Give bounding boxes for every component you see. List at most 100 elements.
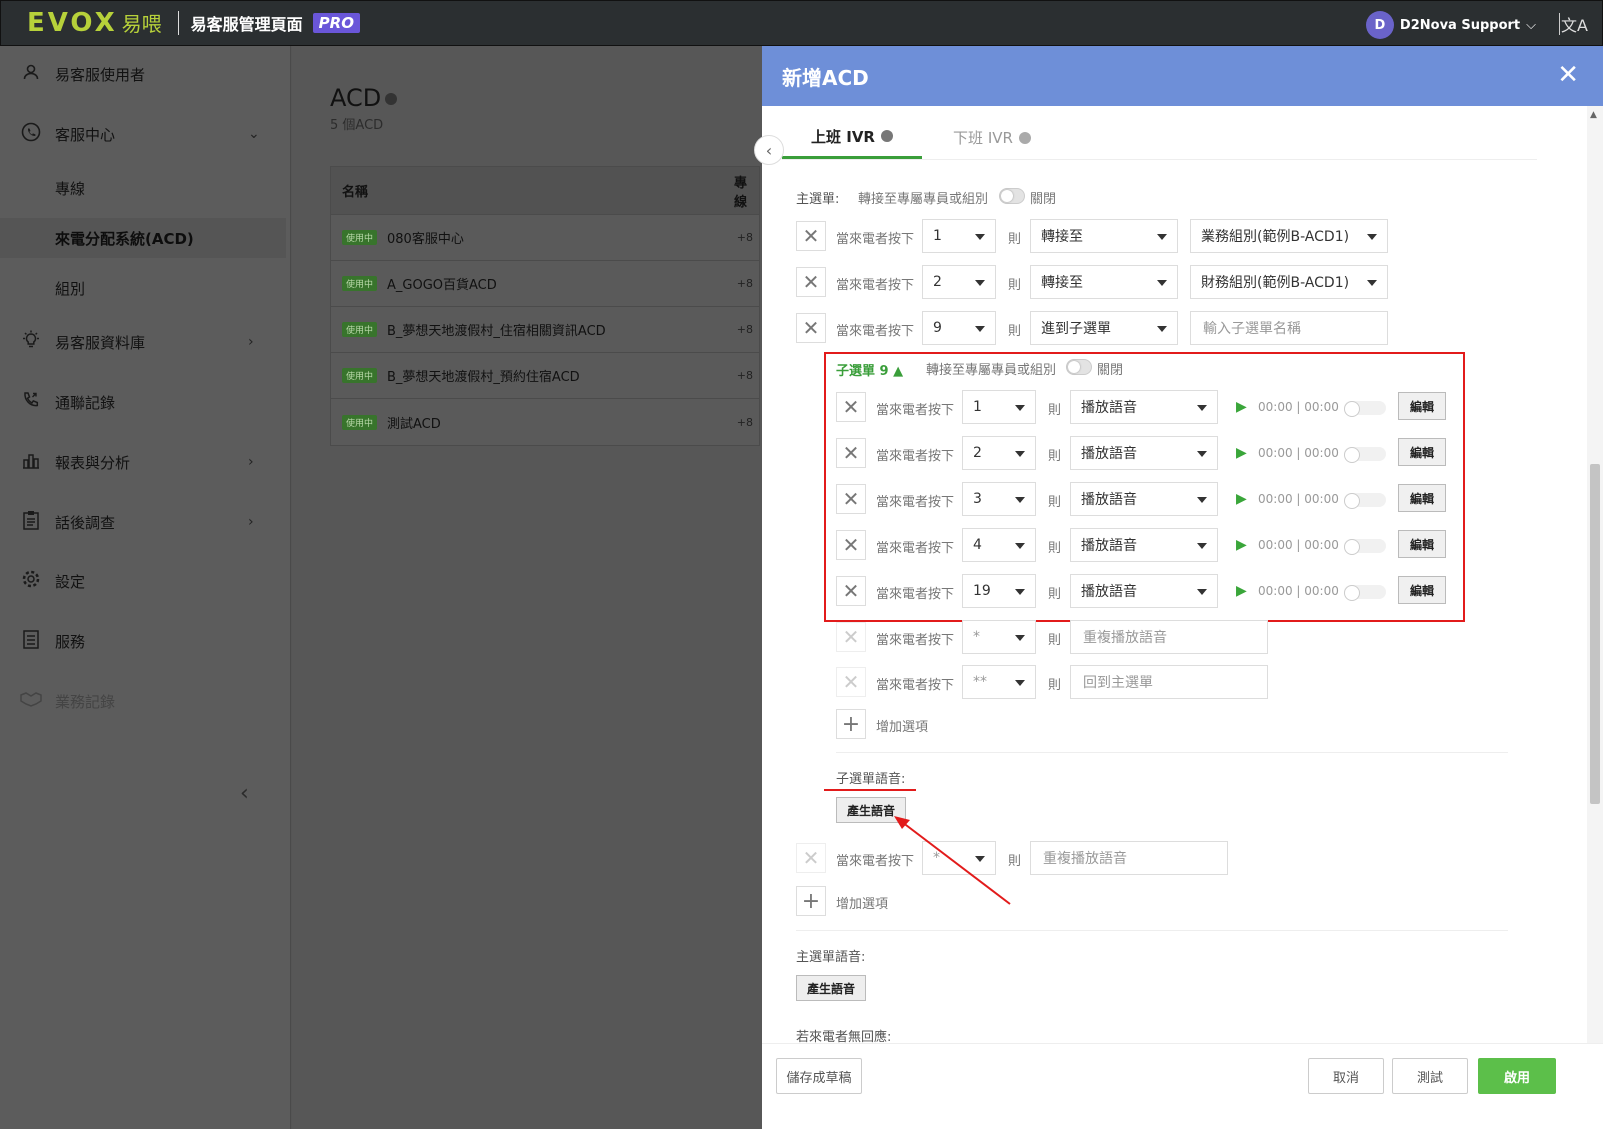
caret-down-icon	[1157, 234, 1167, 240]
add-option-icon[interactable]: +	[796, 886, 826, 916]
table-row[interactable]: 使用中 B_夢想天地渡假村_住宿相關資訊ACD +8	[331, 307, 759, 353]
enable-button[interactable]: 啟用	[1478, 1058, 1556, 1094]
caret-down-icon	[1015, 635, 1025, 641]
sidebar-item-users[interactable]: 易客服使用者	[0, 54, 291, 94]
drawer-header: 新增ACD ✕	[762, 46, 1603, 106]
key-value: 2	[933, 274, 942, 290]
transfer-toggle[interactable]	[999, 188, 1025, 204]
press-label: 當來電者按下	[876, 678, 955, 693]
caret-down-icon	[1367, 280, 1377, 286]
sidebar-item-business-records[interactable]: 業務記錄	[0, 681, 291, 721]
drawer-scrollbar[interactable]: ▲ ▼	[1587, 106, 1603, 1064]
table-row[interactable]: 使用中 080客服中心 +8	[331, 215, 759, 261]
add-option-label[interactable]: 增加選項	[876, 716, 928, 735]
caret-down-icon	[975, 234, 985, 240]
scroll-thumb[interactable]	[1590, 464, 1600, 804]
then-label: 則	[1008, 232, 1022, 247]
table-row[interactable]: 使用中 測試ACD +8	[331, 399, 759, 445]
tab-night-ivr[interactable]: 下班 IVR	[922, 116, 1062, 159]
evox-logo[interactable]: EVOX 易喂	[27, 8, 162, 38]
row-line: +8	[736, 277, 753, 290]
chevron-down-icon: ⌄	[248, 126, 260, 142]
add-option-icon[interactable]: +	[836, 709, 866, 739]
cancel-button[interactable]: 取消	[1308, 1058, 1384, 1094]
key-value: *	[973, 629, 980, 645]
drawer-back-button[interactable]: ‹	[754, 135, 784, 165]
key-value: 1	[933, 228, 942, 244]
save-draft-button[interactable]: 儲存成草稿	[776, 1058, 862, 1094]
action-select[interactable]: 進到子選單	[1030, 311, 1178, 345]
remove-option-button: ✕	[836, 667, 866, 697]
table-row[interactable]: 使用中 B_夢想天地渡假村_預約住宿ACD +8	[331, 353, 759, 399]
column-name: 名稱	[342, 185, 369, 200]
handshake-icon	[20, 691, 42, 712]
target-select[interactable]: 財務組別(範例B-ACD1)	[1190, 265, 1388, 299]
sidebar-item-reports[interactable]: 報表與分析 ›	[0, 442, 291, 482]
scroll-up-icon[interactable]: ▲	[1590, 110, 1597, 120]
tab-day-ivr[interactable]: 上班 IVR	[782, 116, 922, 159]
key-select[interactable]: 2	[922, 265, 996, 299]
add-option-label[interactable]: 增加選項	[836, 893, 888, 912]
table-row[interactable]: 使用中 A_GOGO百貨ACD +8	[331, 261, 759, 307]
column-line: 專線	[734, 175, 748, 210]
press-label: 當來電者按下	[876, 633, 955, 648]
key-select[interactable]: **	[962, 665, 1036, 699]
sidebar-item-service[interactable]: 服務	[0, 621, 291, 661]
caret-down-icon	[975, 280, 985, 286]
main-menu-voice-label: 主選單語音:	[796, 950, 866, 965]
remove-option-button[interactable]: ✕	[796, 313, 826, 343]
action-select[interactable]: 轉接至	[1030, 219, 1178, 253]
sidebar-item-settings[interactable]: 設定	[0, 561, 291, 601]
collapse-sidebar-icon[interactable]: ‹	[240, 781, 249, 806]
sidebar-item-survey[interactable]: 話後調查 ›	[0, 502, 291, 542]
remove-option-button[interactable]: ✕	[796, 221, 826, 251]
remove-option-button[interactable]: ✕	[796, 267, 826, 297]
status-badge: 使用中	[342, 322, 378, 337]
chevron-right-icon: ›	[248, 514, 254, 530]
row-line: +8	[736, 415, 753, 429]
page-title-text: ACD	[330, 84, 382, 112]
generate-submenu-voice-button[interactable]: 產生語音	[836, 797, 906, 823]
sidebar-item-acd[interactable]: 來電分配系統(ACD)	[0, 218, 286, 258]
chevron-down-icon: ⌵	[1526, 17, 1536, 33]
key-select[interactable]: *	[962, 620, 1036, 654]
caret-down-icon	[1015, 680, 1025, 686]
headset-icon	[20, 122, 42, 147]
row-line: +8	[736, 369, 753, 382]
key-select[interactable]: *	[922, 841, 996, 875]
sidebar-item-lines[interactable]: 專線	[0, 168, 291, 208]
sidebar-item-database[interactable]: 易客服資料庫 ›	[0, 322, 291, 362]
page-title: ACD	[330, 84, 398, 112]
sidebar-item-service-center[interactable]: 客服中心 ⌄	[0, 114, 291, 154]
user-menu[interactable]: D D2Nova Support ⌵	[1365, 11, 1536, 39]
user-name: D2Nova Support	[1399, 17, 1521, 33]
bulb-icon	[20, 330, 42, 355]
sidebar: 易客服使用者 客服中心 ⌄ 專線 來電分配系統(ACD) 組別 易客服資料庫 ›…	[0, 46, 291, 1129]
generate-main-voice-button[interactable]: 產生語音	[796, 975, 866, 1001]
sidebar-item-label: 報表與分析	[55, 453, 131, 472]
tab-label: 下班 IVR	[953, 129, 1013, 147]
status-badge: 使用中	[342, 230, 378, 245]
key-select[interactable]: 9	[922, 311, 996, 345]
sidebar-item-groups[interactable]: 組別	[0, 268, 291, 308]
key-select[interactable]: 1	[922, 219, 996, 253]
toggle-state-label: 關閉	[1030, 192, 1057, 207]
then-label: 則	[1008, 854, 1022, 869]
action-value: 轉接至	[1041, 229, 1083, 245]
row-name: B_夢想天地渡假村_預約住宿ACD	[387, 370, 580, 385]
ivr-tabs: 上班 IVR 下班 IVR	[782, 116, 1537, 160]
target-select[interactable]: 業務組別(範例B-ACD1)	[1190, 219, 1388, 253]
test-button[interactable]: 測試	[1392, 1058, 1468, 1094]
close-icon[interactable]: ✕	[1557, 60, 1579, 90]
sidebar-item-label: 業務記錄	[55, 692, 116, 711]
sidebar-item-label: 易客服使用者	[55, 65, 146, 84]
new-acd-drawer: 新增ACD ✕ 上班 IVR 下班 IVR 主選單: 轉接至專屬專員或組別 關閉…	[762, 46, 1603, 1129]
sidebar-item-call-records[interactable]: 通聯記錄	[0, 382, 291, 422]
tab-label: 上班 IVR	[811, 127, 875, 146]
sidebar-item-label: 組別	[55, 279, 86, 298]
key-value: **	[973, 674, 987, 690]
action-select[interactable]: 轉接至	[1030, 265, 1178, 299]
then-label: 則	[1048, 678, 1062, 693]
submenu-name-input[interactable]: 輸入子選單名稱	[1190, 311, 1388, 345]
translate-icon[interactable]: 文A	[1561, 12, 1588, 36]
